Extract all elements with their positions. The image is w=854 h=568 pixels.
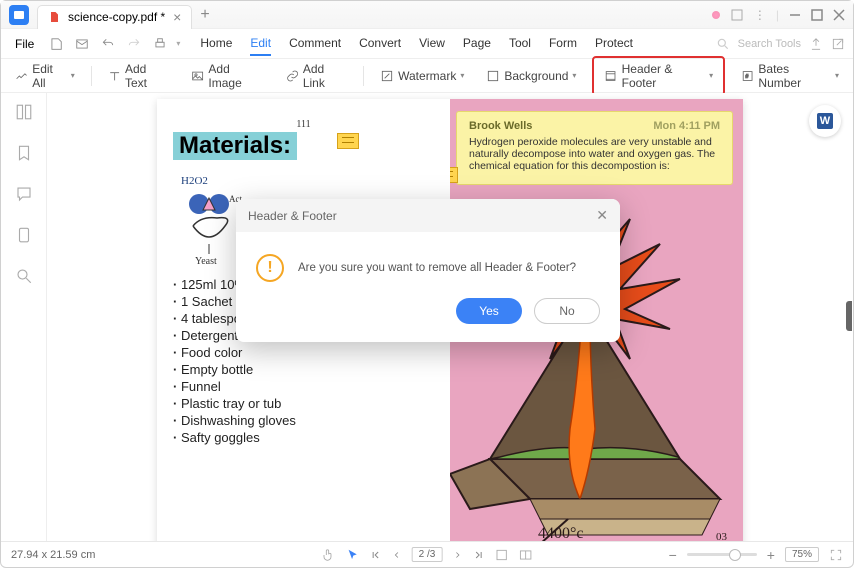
- dialog-close-icon[interactable]: ✕: [596, 207, 608, 224]
- confirm-dialog: Header & Footer ✕ ! Are you sure you wan…: [236, 199, 620, 342]
- yes-button[interactable]: Yes: [456, 298, 522, 324]
- list-item: Safty goggles: [173, 429, 434, 446]
- window-close-icon[interactable]: [833, 9, 845, 21]
- dimensions-label: 27.94 x 21.59 cm: [11, 549, 95, 561]
- mail-icon[interactable]: [72, 34, 92, 54]
- comment-panel-icon[interactable]: [15, 185, 33, 206]
- comment-author: Brook Wells: [469, 120, 532, 132]
- tab-title: science-copy.pdf *: [68, 10, 165, 24]
- titlebar: science-copy.pdf * × + ⋮ |: [1, 1, 853, 29]
- page-number-top: 111: [173, 119, 434, 130]
- print-icon[interactable]: [150, 34, 170, 54]
- tab-view[interactable]: View: [419, 32, 445, 56]
- redo-icon[interactable]: [124, 34, 144, 54]
- list-item: Empty bottle: [173, 361, 434, 378]
- document-tab[interactable]: science-copy.pdf * ×: [37, 5, 192, 29]
- header-footer-button[interactable]: Header & Footer▾: [598, 60, 719, 92]
- share-icon[interactable]: [809, 37, 823, 51]
- tab-convert[interactable]: Convert: [359, 32, 401, 56]
- external-icon[interactable]: [831, 37, 845, 51]
- tab-tool[interactable]: Tool: [509, 32, 531, 56]
- comment-time: Mon 4:11 PM: [653, 120, 720, 132]
- scrollbar-thumb[interactable]: [846, 301, 852, 331]
- bates-number-button[interactable]: # Bates Number▾: [735, 60, 845, 92]
- edit-all-button[interactable]: Edit All▾: [9, 60, 81, 92]
- add-link-button[interactable]: Add Link: [280, 60, 354, 92]
- add-image-button[interactable]: Add Image: [185, 60, 269, 92]
- svg-text:H2O2: H2O2: [181, 175, 208, 187]
- zoom-slider[interactable]: [687, 553, 757, 556]
- dialog-message: Are you sure you want to remove all Head…: [298, 262, 576, 274]
- tab-page[interactable]: Page: [463, 32, 491, 56]
- materials-title: Materials:: [173, 132, 297, 160]
- save-icon[interactable]: [46, 34, 66, 54]
- last-page-icon[interactable]: [472, 549, 484, 561]
- note-icon-1[interactable]: [337, 133, 359, 149]
- list-item: Food color: [173, 344, 434, 361]
- svg-text:Yeast: Yeast: [195, 256, 217, 267]
- word-export-badge[interactable]: W: [809, 105, 841, 137]
- svg-text:#: #: [746, 74, 750, 80]
- zoom-in-icon[interactable]: +: [767, 547, 775, 563]
- tab-comment[interactable]: Comment: [289, 32, 341, 56]
- comment-text: Hydrogen peroxide molecules are very uns…: [469, 136, 720, 172]
- undo-icon[interactable]: [98, 34, 118, 54]
- watermark-button[interactable]: Watermark▾: [374, 67, 470, 85]
- edit-toolbar: Edit All▾ Add Text Add Image Add Link Wa…: [1, 59, 853, 93]
- dialog-title: Header & Footer: [248, 209, 337, 223]
- search-panel-icon[interactable]: [15, 267, 33, 288]
- minimize-icon[interactable]: [789, 9, 801, 21]
- more-icon[interactable]: ⋮: [754, 8, 766, 22]
- thumbnails-icon[interactable]: [15, 103, 33, 124]
- bookmark-icon[interactable]: [15, 144, 33, 165]
- temperature-label: 4400°c: [538, 525, 584, 541]
- menubar: File ▾ Home Edit Comment Convert View Pa…: [1, 29, 853, 59]
- app-icon: [9, 5, 29, 25]
- background-button[interactable]: Background▾: [480, 67, 582, 85]
- file-menu[interactable]: File: [9, 35, 40, 53]
- notification-icon[interactable]: [730, 8, 744, 22]
- note-icon-2[interactable]: [450, 167, 458, 183]
- first-page-icon[interactable]: [370, 549, 382, 561]
- close-tab-icon[interactable]: ×: [173, 9, 181, 25]
- no-button[interactable]: No: [534, 298, 600, 324]
- search-icon[interactable]: [716, 37, 730, 51]
- add-text-button[interactable]: Add Text: [102, 60, 175, 92]
- list-item: Plastic tray or tub: [173, 395, 434, 412]
- read-mode-icon[interactable]: [518, 548, 532, 562]
- tab-form[interactable]: Form: [549, 32, 577, 56]
- list-item: Funnel: [173, 378, 434, 395]
- list-item: Dishwashing gloves: [173, 412, 434, 429]
- header-footer-highlight: Header & Footer▾: [592, 56, 725, 96]
- statusbar: 27.94 x 21.59 cm 2 /3 − + 75%: [1, 541, 853, 567]
- comment-popup[interactable]: Brook Wells Mon 4:11 PM Hydrogen peroxid…: [456, 111, 733, 185]
- search-input[interactable]: Search Tools: [738, 38, 801, 50]
- prev-page-icon[interactable]: [392, 550, 402, 560]
- tab-edit[interactable]: Edit: [250, 32, 271, 56]
- zoom-out-icon[interactable]: −: [669, 547, 677, 563]
- attachment-icon[interactable]: [15, 226, 33, 247]
- profile-icon[interactable]: [712, 11, 720, 19]
- select-tool-icon[interactable]: [346, 548, 360, 562]
- zoom-value[interactable]: 75%: [785, 547, 819, 562]
- maximize-icon[interactable]: [811, 9, 823, 21]
- fullscreen-icon[interactable]: [829, 548, 843, 562]
- left-sidebar: [1, 93, 47, 541]
- new-tab-button[interactable]: +: [192, 6, 217, 24]
- pdf-icon: [48, 11, 60, 23]
- hand-tool-icon[interactable]: [322, 548, 336, 562]
- page-indicator[interactable]: 2 /3: [412, 547, 443, 562]
- tab-protect[interactable]: Protect: [595, 32, 633, 56]
- warning-icon: !: [256, 254, 284, 282]
- page-number-bottom: 03: [716, 531, 727, 541]
- quick-access-more[interactable]: ▾: [176, 39, 180, 48]
- tab-home[interactable]: Home: [200, 32, 232, 56]
- next-page-icon[interactable]: [452, 550, 462, 560]
- fit-icon[interactable]: [494, 548, 508, 562]
